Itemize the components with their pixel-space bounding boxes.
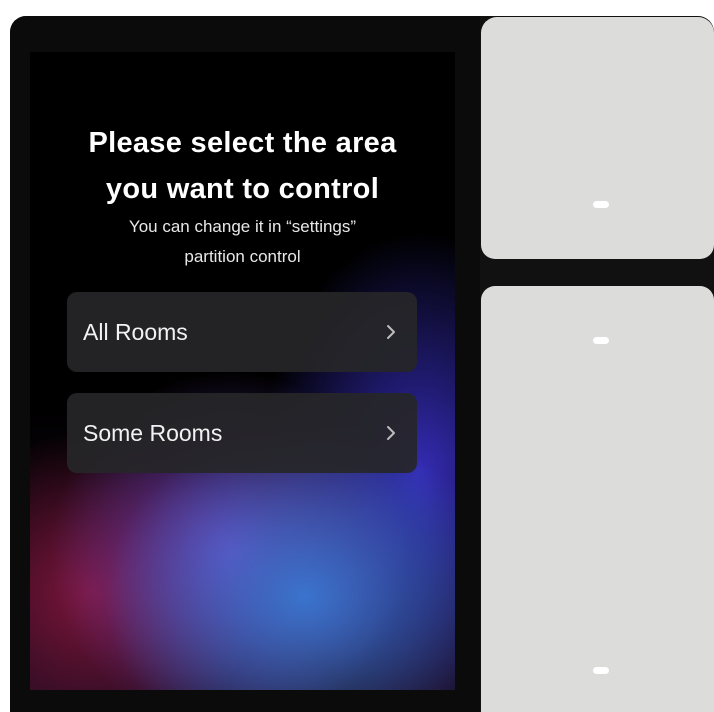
all-rooms-label: All Rooms [83, 319, 188, 345]
all-rooms-option[interactable]: All Rooms [67, 292, 417, 372]
page-subtitle-line-2: partition control [184, 247, 301, 266]
chevron-right-icon [387, 325, 395, 339]
indicator-light [593, 201, 609, 208]
indicator-light [593, 337, 609, 344]
some-rooms-option[interactable]: Some Rooms [67, 393, 417, 473]
bottom-switch-panel[interactable] [481, 286, 714, 712]
some-rooms-label: Some Rooms [83, 420, 223, 446]
page-title-line-2: you want to control [105, 173, 380, 205]
page-title-line-1: Please select the area [88, 127, 397, 159]
top-switch-panel[interactable] [481, 17, 714, 259]
touch-screen: Please select the area you want to contr… [30, 52, 455, 690]
page-subtitle-line-1: You can change it in “settings” [128, 217, 357, 236]
chevron-right-icon [387, 426, 395, 440]
screen-bezel: Please select the area you want to contr… [10, 16, 480, 712]
indicator-light [593, 667, 609, 674]
